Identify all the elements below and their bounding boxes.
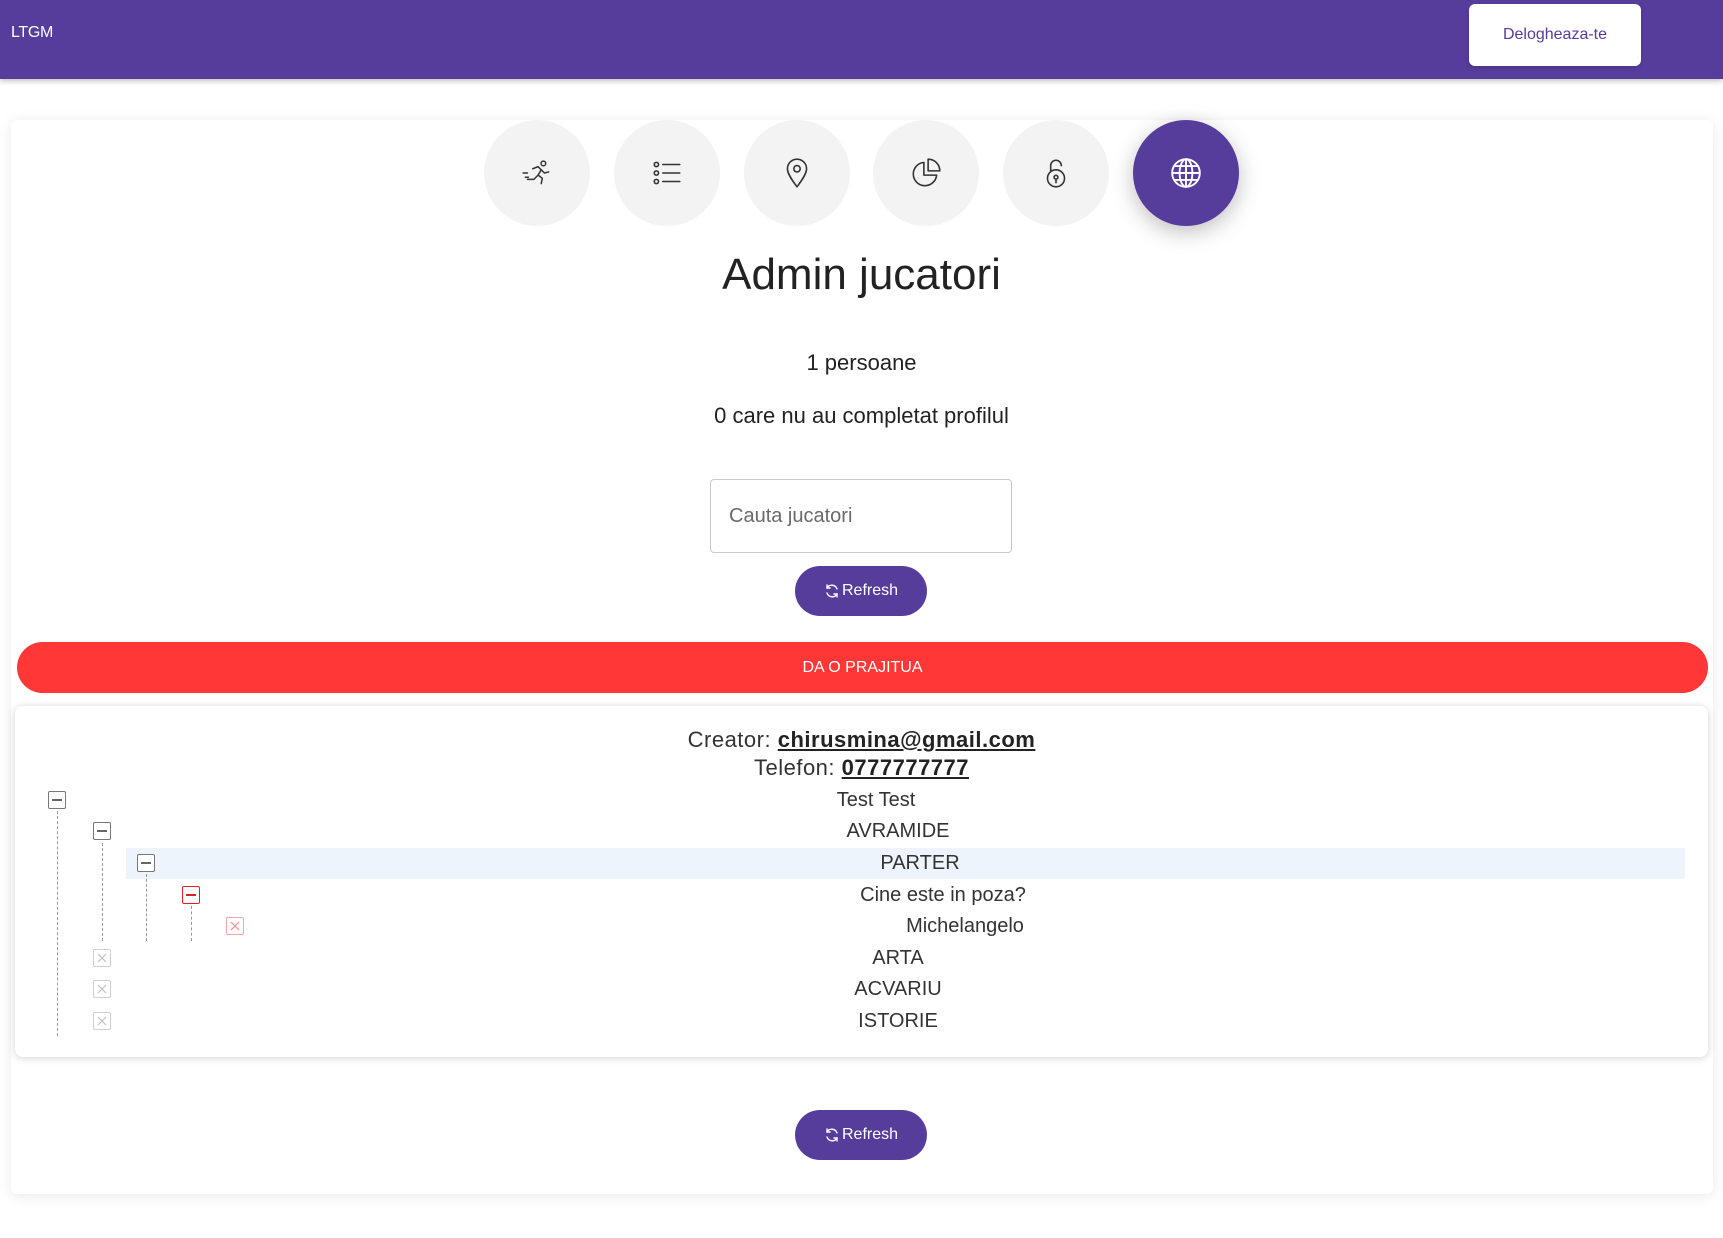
unlock-icon — [1046, 159, 1066, 188]
location-pin-icon — [786, 158, 808, 188]
phone-label: Telefon: — [753, 755, 836, 780]
tree-guide-line — [191, 906, 192, 941]
leaf-x-icon — [226, 917, 244, 935]
leaf-x-icon — [93, 1012, 111, 1030]
phone-link[interactable]: 0777777777 — [842, 755, 969, 780]
pie-chart-icon — [912, 158, 941, 187]
tree-node-subgroup[interactable]: PARTER — [880, 852, 959, 875]
nav-globe-button[interactable] — [1133, 120, 1239, 226]
tree-node-sibling[interactable]: ARTA — [872, 947, 924, 970]
nav-players-button[interactable] — [484, 120, 590, 226]
search-players-input[interactable] — [710, 479, 1012, 553]
refresh-label: Refresh — [841, 582, 899, 599]
leaf-x-icon — [93, 980, 111, 998]
collapse-toggle[interactable] — [48, 791, 66, 809]
collapse-toggle[interactable] — [137, 854, 155, 872]
nav-list-button[interactable] — [614, 120, 720, 226]
refresh-button-bottom[interactable]: Refresh — [795, 1110, 927, 1160]
tree-node-group[interactable]: AVRAMIDE — [847, 820, 950, 843]
refresh-icon — [826, 1128, 838, 1142]
collapse-toggle[interactable] — [93, 822, 111, 840]
brand-logo[interactable]: LTGM — [11, 24, 53, 42]
refresh-button[interactable]: Refresh — [795, 566, 927, 616]
tree-node-sibling[interactable]: ISTORIE — [858, 1010, 938, 1033]
collapse-toggle-red[interactable] — [182, 886, 200, 904]
phone-line: Telefon: 0777777777 — [0, 755, 1723, 781]
logout-button[interactable]: Delogheaza-te — [1469, 4, 1641, 66]
nav-stats-button[interactable] — [873, 120, 979, 226]
globe-icon — [1171, 158, 1201, 188]
tree-node-answer[interactable]: Michelangelo — [906, 915, 1024, 938]
top-navbar: LTGM Delogheaza-te — [0, 0, 1723, 79]
give-cake-button[interactable]: DA O PRAJITUA — [17, 642, 1708, 693]
tree-node-root[interactable]: Test Test — [837, 789, 916, 812]
nav-locations-button[interactable] — [744, 120, 850, 226]
incomplete-profiles-count: 0 care nu au completat profilul — [714, 403, 1009, 428]
nav-unlock-button[interactable] — [1003, 120, 1109, 226]
tree-node-sibling[interactable]: ACVARIU — [854, 978, 941, 1001]
creator-label: Creator: — [687, 727, 772, 752]
tree-guide-line — [57, 811, 58, 1036]
page-title: Admin jucatori — [722, 250, 1001, 299]
running-person-icon — [522, 160, 550, 185]
tree-guide-line — [146, 874, 147, 941]
persons-count: 1 persoane — [806, 350, 917, 375]
leaf-x-icon — [93, 949, 111, 967]
creator-line: Creator: chirusmina@gmail.com — [0, 727, 1723, 753]
tree-node-question[interactable]: Cine este in poza? — [860, 884, 1026, 907]
refresh-icon — [826, 584, 838, 598]
refresh-label: Refresh — [841, 1126, 899, 1143]
creator-email-link[interactable]: chirusmina@gmail.com — [778, 727, 1036, 752]
list-icon — [653, 161, 681, 185]
tree-guide-line — [102, 843, 103, 941]
